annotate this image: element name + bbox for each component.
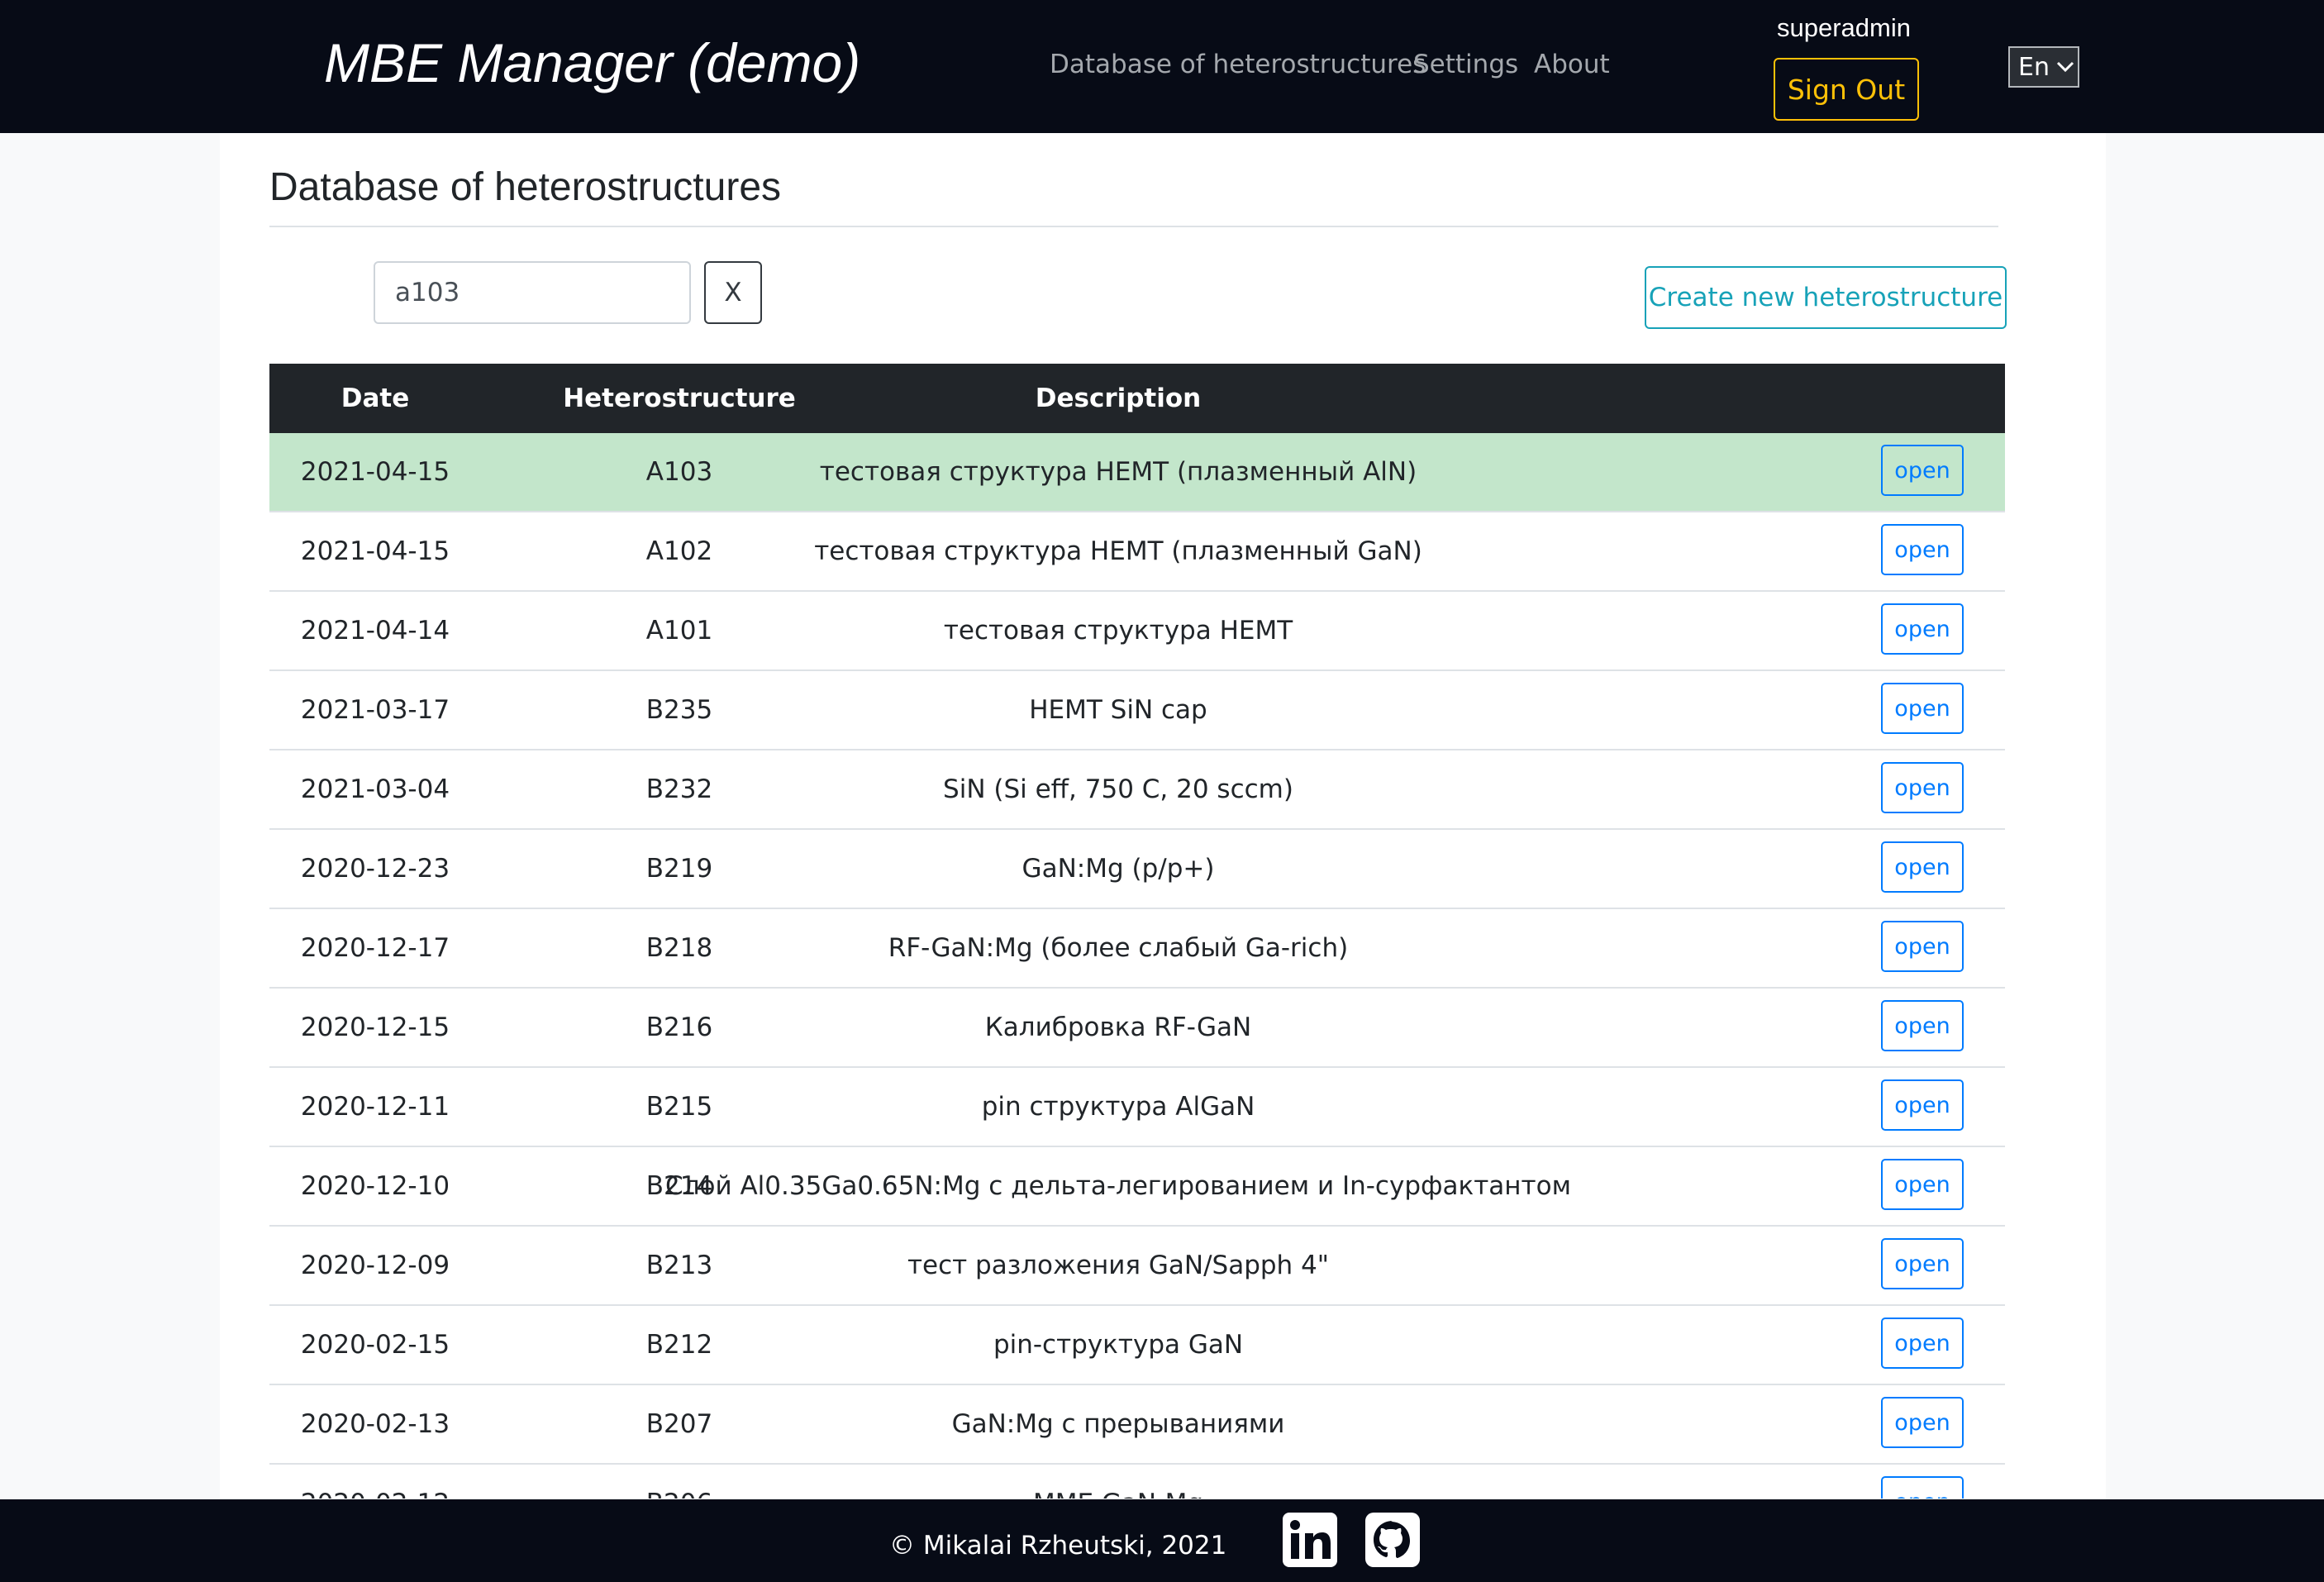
column-header-description[interactable]: Description [683,364,1554,433]
clear-search-button[interactable]: X [704,261,762,324]
row-description: GaN:Mg с прерываниями [951,1409,1285,1439]
github-icon[interactable] [1364,1511,1422,1569]
open-button[interactable]: open [1881,1079,1964,1131]
column-header-date[interactable]: Date [269,364,481,433]
open-button[interactable]: open [1881,841,1964,893]
table-row: 2020-12-11 B215 pin структура AlGaN open [269,1068,2005,1147]
row-description: pin-структура GaN [993,1330,1244,1360]
row-description: тест разложения GaN/Sapph 4" [907,1251,1330,1280]
search-input[interactable] [374,261,691,324]
table-row: 2020-02-15 B212 pin-структура GaN open [269,1306,2005,1385]
open-button[interactable]: open [1881,1318,1964,1369]
row-date: 2020-02-13 [300,1409,450,1439]
row-date: 2020-12-23 [300,854,450,884]
open-button[interactable]: open [1881,445,1964,496]
row-actions: open [1856,1147,1988,1225]
username-label: superadmin [1777,13,1911,42]
row-actions: open [1856,592,1988,669]
table-row: 2020-12-10 B214 Слой Al0.35Ga0.65N:Mg с де… [269,1147,2005,1227]
row-actions: open [1856,671,1988,749]
row-date: 2020-02-12 [269,1465,481,1499]
row-description: pin структура AlGaN [981,1092,1255,1122]
open-button[interactable]: open [1881,1159,1964,1210]
row-actions: open [1856,989,1988,1066]
open-button[interactable]: open [1881,762,1964,813]
row-actions: open [1856,433,1988,511]
nav-link-database[interactable]: Database of heterostructures [1050,50,1426,79]
nav-link-settings[interactable]: Settings [1413,50,1518,79]
table-row: 2021-03-04 B232 SiN (Si eff, 750 C, 20 scc… [269,750,2005,830]
open-button[interactable]: open [1881,524,1964,575]
heterostructures-table: Date Heterostructure Description 2021-04… [269,364,2005,1499]
table-row: 2021-03-17 B235 HEMT SiN cap open [269,671,2005,750]
table-row: 2020-12-15 B216 Калибровка RF-GaN open [269,989,2005,1068]
row-actions: open [1856,1385,1988,1463]
chevron-down-icon [2056,61,2074,73]
language-value: En [2018,52,2050,82]
row-description: SiN (Si eff, 750 C, 20 sccm) [943,774,1293,804]
table-row: 2021-04-15 A103 тестовая структура HEMT (п… [269,433,2005,512]
row-actions: open [1856,830,1988,908]
create-heterostructure-button[interactable]: Create new heterostructure [1645,266,2007,329]
row-actions: open [1856,1227,1988,1304]
row-description: GaN:Mg (p/p+) [1022,854,1215,884]
page-title: Database of heterostructures [269,165,782,209]
open-button[interactable]: open [1881,1000,1964,1051]
table-row: 2021-04-14 A101 тестовая структура HEMT ope… [269,592,2005,671]
row-date: 2020-12-11 [300,1092,450,1122]
table-row: 2020-12-17 B218 RF-GaN:Mg (более слабый Ga… [269,909,2005,989]
row-actions: open [1856,1306,1988,1384]
row-actions: open [1856,512,1988,590]
table-row: 2020-02-13 B207 GaN:Mg с прерываниями open [269,1385,2005,1465]
row-actions: open [1856,1465,1988,1499]
nav-link-about[interactable]: About [1534,50,1610,79]
row-date: 2020-12-15 [300,1013,450,1042]
row-date: 2020-02-15 [300,1330,450,1360]
row-date: 2021-03-17 [300,695,450,725]
table-row: 2021-04-15 A102 тестовая структура HEMT (п… [269,512,2005,592]
table-header: Date Heterostructure Description [269,364,2005,433]
row-date: 2021-04-15 [300,536,450,566]
open-button[interactable]: open [1881,683,1964,734]
open-button[interactable]: open [1881,1397,1964,1448]
table-row: 2020-02-12B206MME GaN:Mgopen [269,1465,2005,1499]
table-row: 2020-12-23 B219 GaN:Mg (p/p+) open [269,830,2005,909]
copyright-text: © Mikalai Rzheutski, 2021 [889,1531,1227,1561]
open-button[interactable]: open [1881,603,1964,655]
row-description: тестовая структура HEMT (плазменный GaN) [814,536,1422,566]
row-actions: open [1856,909,1988,987]
table-row: 2020-12-09 B213 тест разложения GaN/Sapph … [269,1227,2005,1306]
linkedin-icon[interactable] [1281,1511,1339,1569]
row-date: 2020-12-10 [300,1171,450,1201]
row-description: Калибровка RF-GaN [984,1013,1252,1042]
row-description: тестовая структура HEMT [943,616,1293,646]
open-button[interactable]: open [1881,1238,1964,1289]
row-date: 2021-03-04 [300,774,450,804]
row-description: тестовая структура HEMT (плазменный AlN) [819,457,1417,487]
open-button[interactable]: open [1881,1476,1964,1499]
row-date: 2021-04-15 [300,457,450,487]
sign-out-button[interactable]: Sign Out [1774,58,1919,121]
language-select[interactable]: En [2008,46,2079,88]
row-date: 2021-04-14 [300,616,450,646]
row-date: 2020-12-17 [300,933,450,963]
title-divider [269,226,1998,227]
row-description: Слой Al0.35Ga0.65N:Mg с дельта-легирован… [665,1171,1571,1201]
row-description: RF-GaN:Mg (более слабый Ga-rich) [888,933,1349,963]
open-button[interactable]: open [1881,921,1964,972]
row-actions: open [1856,1068,1988,1146]
row-description: MME GaN:Mg [683,1465,1554,1499]
row-description: HEMT SiN cap [1029,695,1207,725]
app-brand[interactable]: MBE Manager (demo) [324,31,860,94]
row-date: 2020-12-09 [300,1251,450,1280]
row-actions: open [1856,750,1988,828]
